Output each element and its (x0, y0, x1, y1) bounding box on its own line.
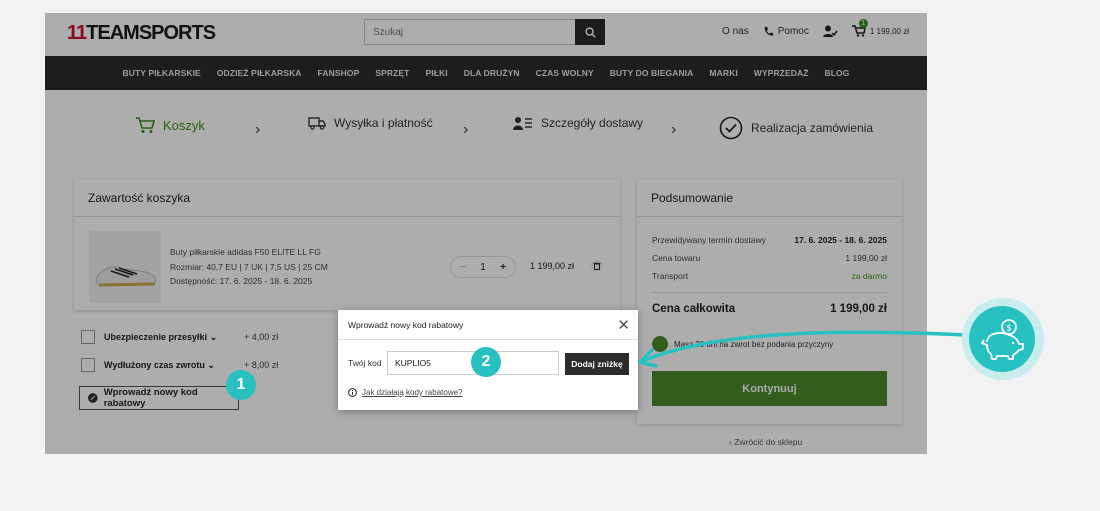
annotation-badge-2: 2 (471, 347, 501, 377)
piggy-bank-icon: $ (981, 319, 1024, 360)
annotation-badge-1: 1 (226, 370, 256, 400)
piggy-bank-badge: $ (969, 306, 1035, 372)
annotation-arrow (638, 330, 967, 368)
svg-text:$: $ (1006, 324, 1012, 334)
